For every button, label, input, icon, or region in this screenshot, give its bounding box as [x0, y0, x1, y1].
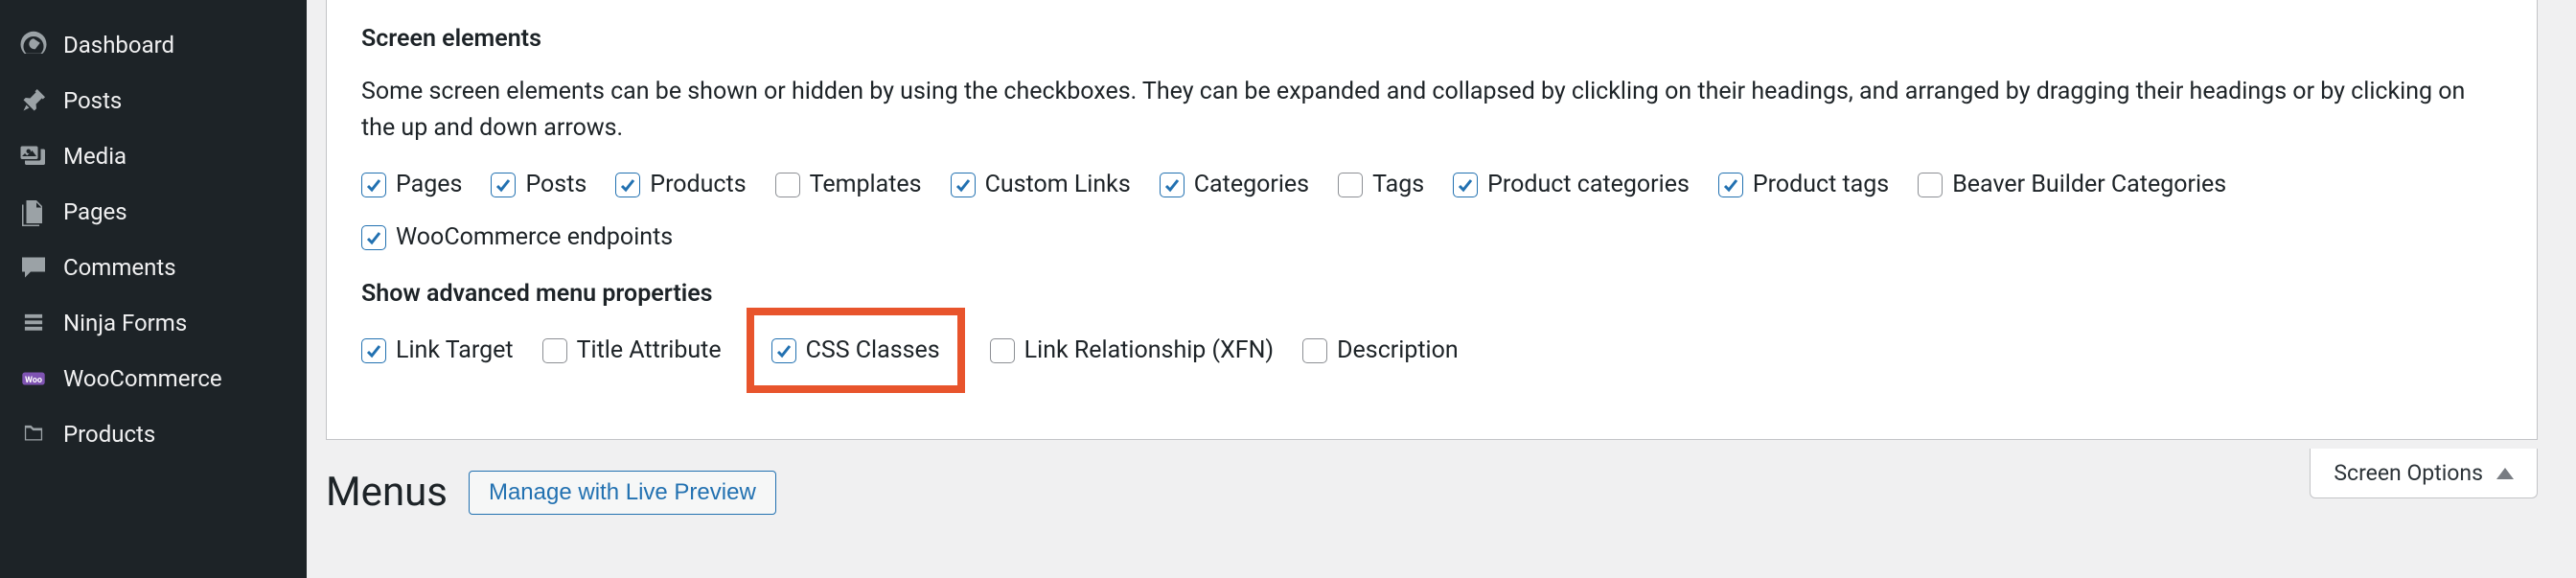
page-header: Menus Manage with Live Preview — [326, 469, 2538, 516]
checkbox-option[interactable]: Title Attribute — [542, 329, 722, 372]
gauge-icon — [17, 29, 50, 61]
screen-elements-description: Some screen elements can be shown or hid… — [361, 74, 2502, 146]
checkbox-option[interactable]: Categories — [1160, 171, 1309, 198]
sidebar-item-dashboard[interactable]: Dashboard — [0, 17, 307, 73]
checkbox-label: Products — [650, 171, 746, 198]
sidebar-item-ninja-forms[interactable]: Ninja Forms — [0, 295, 307, 351]
advanced-props-checkboxes: Link Target Title Attribute CSS Classes Lin… — [361, 329, 2502, 372]
checkbox-option[interactable]: Product tags — [1718, 171, 1889, 198]
checkbox-option[interactable]: Product categories — [1453, 171, 1690, 198]
sidebar-label: Ninja Forms — [63, 310, 187, 336]
sidebar-label: Products — [63, 421, 155, 448]
checkbox-option[interactable]: Link Relationship (XFN) — [990, 329, 1274, 372]
checkbox-label: Product categories — [1487, 171, 1690, 198]
checkbox-label: Tags — [1372, 171, 1424, 198]
checkbox-option[interactable]: Posts — [491, 171, 586, 198]
checkbox-option[interactable]: Tags — [1338, 171, 1424, 198]
checkbox-option[interactable]: Pages — [361, 171, 462, 198]
sidebar-item-comments[interactable]: Comments — [0, 240, 307, 295]
checkbox-label: Beaver Builder Categories — [1952, 171, 2226, 198]
checkbox-label: Link Relationship (XFN) — [1024, 336, 1274, 364]
checkbox-label: Custom Links — [985, 171, 1131, 198]
svg-text:Woo: Woo — [25, 376, 42, 385]
checkbox-label: Title Attribute — [577, 336, 722, 364]
checkbox[interactable] — [775, 173, 800, 197]
checkbox-option[interactable]: Products — [615, 171, 746, 198]
checkbox[interactable] — [361, 173, 386, 197]
checkbox-option[interactable]: Description — [1302, 329, 1459, 372]
page-title: Menus — [326, 469, 448, 516]
checkbox-option[interactable]: Link Target — [361, 329, 514, 372]
checkbox[interactable] — [771, 338, 796, 363]
chevron-up-icon — [2496, 468, 2514, 479]
screen-elements-heading: Screen elements — [361, 25, 2502, 53]
checkbox-label: Posts — [525, 171, 586, 198]
checkbox-option[interactable]: Beaver Builder Categories — [1918, 171, 2226, 198]
screen-elements-checkboxes: Pages Posts Products Templates Custom Links C… — [361, 171, 2502, 251]
checkbox-label: Product tags — [1753, 171, 1889, 198]
comment-icon — [17, 251, 50, 284]
checkbox-label: Description — [1337, 336, 1459, 364]
checkbox[interactable] — [1453, 173, 1478, 197]
checkbox[interactable] — [990, 338, 1015, 363]
checkbox[interactable] — [491, 173, 516, 197]
checkbox-option[interactable]: WooCommerce endpoints — [361, 223, 673, 251]
sidebar-label: Posts — [63, 87, 122, 114]
checkbox[interactable] — [361, 225, 386, 250]
sidebar-label: Comments — [63, 254, 176, 281]
checkbox[interactable] — [615, 173, 640, 197]
admin-sidebar: Dashboard Posts Media Pages Comments Nin… — [0, 0, 307, 578]
checkbox[interactable] — [951, 173, 976, 197]
sidebar-item-products[interactable]: Products — [0, 406, 307, 462]
pin-icon — [17, 84, 50, 117]
checkbox-option[interactable]: CSS Classes — [771, 336, 940, 364]
checkbox[interactable] — [1338, 173, 1363, 197]
sidebar-label: Media — [63, 143, 126, 170]
checkbox[interactable] — [1302, 338, 1327, 363]
checkbox-label: Pages — [396, 171, 462, 198]
checkbox-label: WooCommerce endpoints — [396, 223, 673, 251]
checkbox-label: Categories — [1194, 171, 1309, 198]
checkbox[interactable] — [542, 338, 567, 363]
media-icon — [17, 140, 50, 173]
sidebar-label: Pages — [63, 198, 127, 225]
checkbox[interactable] — [1718, 173, 1743, 197]
sidebar-item-pages[interactable]: Pages — [0, 184, 307, 240]
pages-icon — [17, 196, 50, 228]
sidebar-item-posts[interactable]: Posts — [0, 73, 307, 128]
checkbox[interactable] — [1918, 173, 1943, 197]
sidebar-label: Dashboard — [63, 32, 174, 58]
main-content: Screen elements Some screen elements can… — [307, 0, 2576, 578]
sidebar-item-media[interactable]: Media — [0, 128, 307, 184]
sidebar-item-woocommerce[interactable]: Woo WooCommerce — [0, 351, 307, 406]
checkbox-option[interactable]: Templates — [775, 171, 922, 198]
manage-live-preview-button[interactable]: Manage with Live Preview — [469, 471, 776, 515]
checkbox[interactable] — [361, 338, 386, 363]
products-icon — [17, 418, 50, 451]
checkbox-option[interactable]: Custom Links — [951, 171, 1131, 198]
woo-icon: Woo — [17, 362, 50, 395]
advanced-props-heading: Show advanced menu properties — [361, 280, 2502, 308]
checkbox-label: Templates — [810, 171, 922, 198]
checkbox-label: CSS Classes — [806, 336, 940, 364]
sidebar-label: WooCommerce — [63, 365, 222, 392]
checkbox[interactable] — [1160, 173, 1184, 197]
screen-options-panel: Screen elements Some screen elements can… — [326, 0, 2538, 440]
highlighted-option: CSS Classes — [747, 308, 965, 393]
screen-options-toggle[interactable]: Screen Options — [2310, 449, 2538, 498]
checkbox-label: Link Target — [396, 336, 514, 364]
screen-options-label: Screen Options — [2334, 460, 2483, 486]
form-icon — [17, 307, 50, 339]
